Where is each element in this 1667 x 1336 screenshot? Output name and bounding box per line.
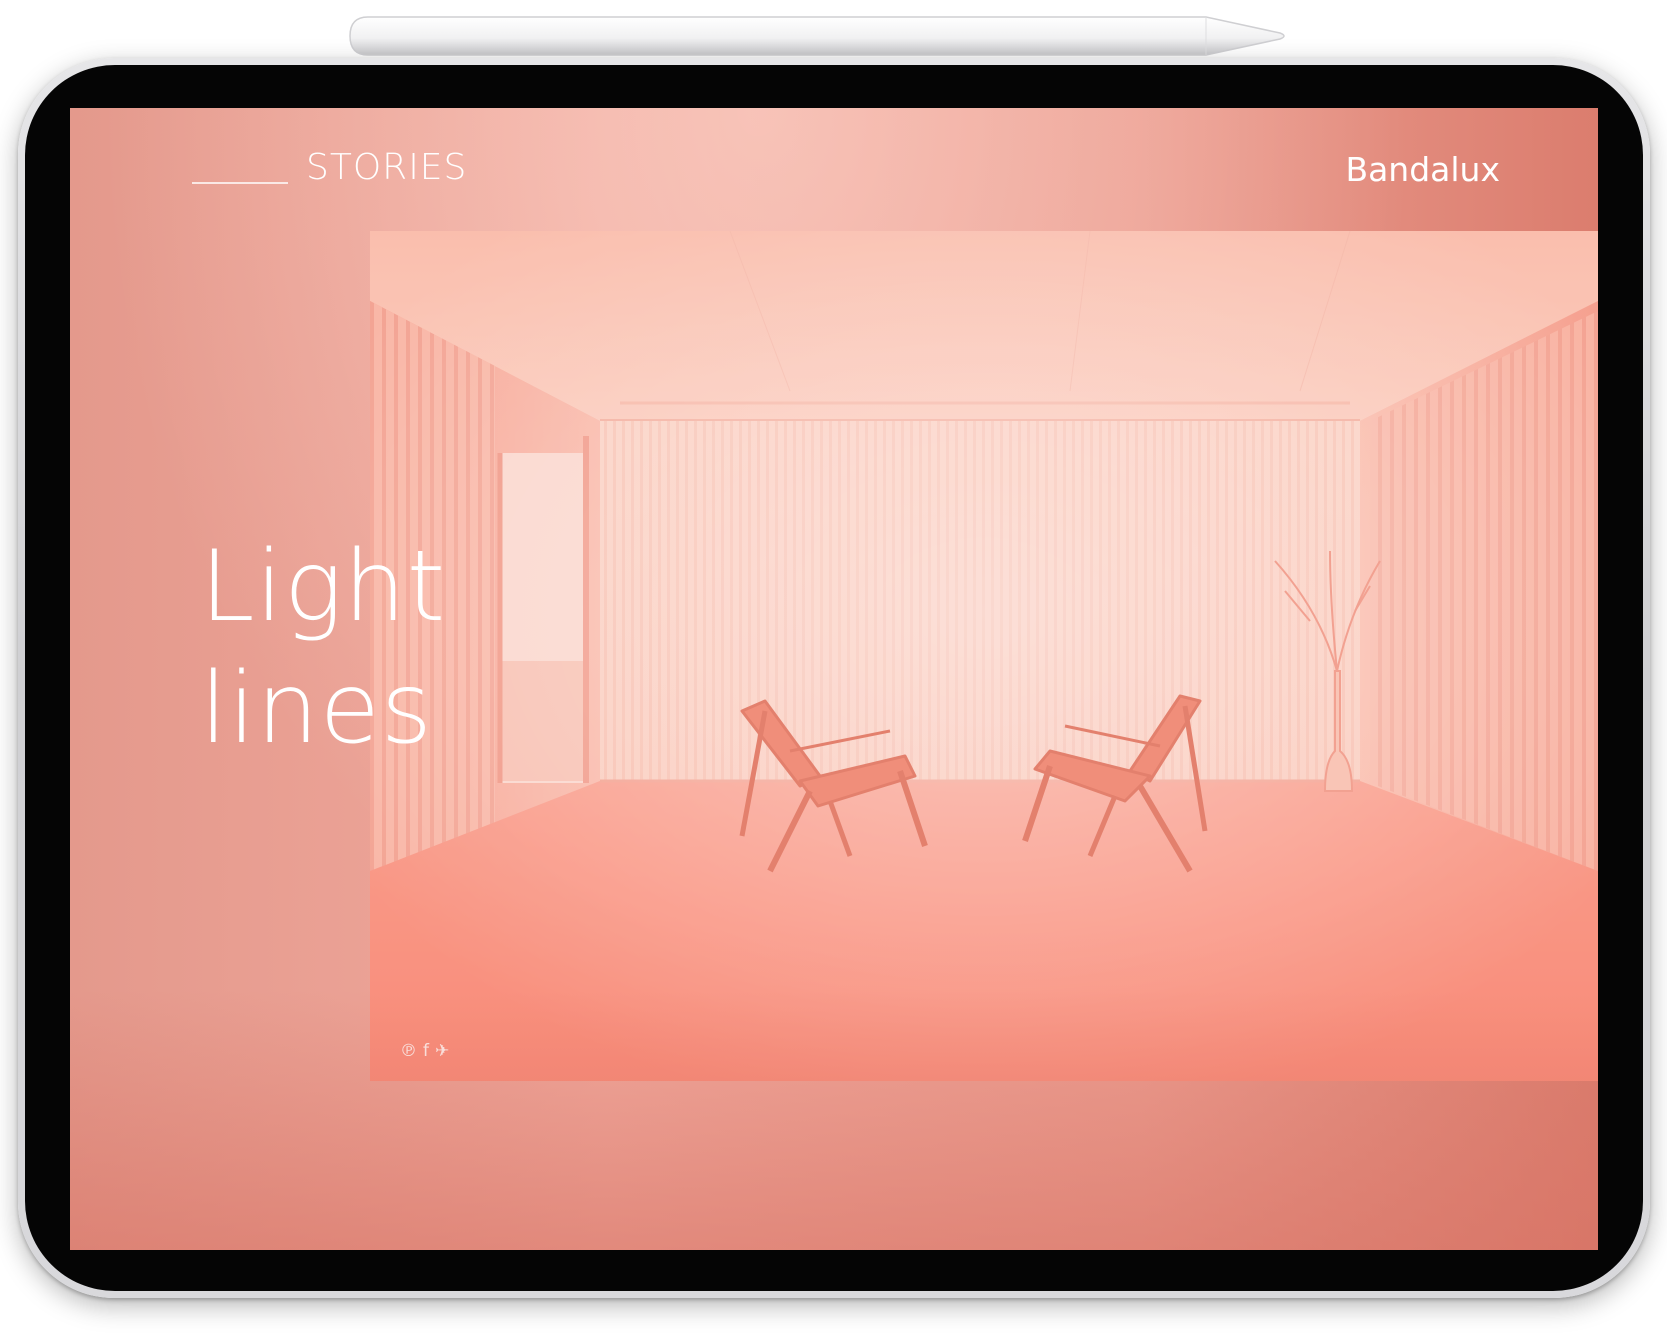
hero-image: ℗ f ✈	[370, 231, 1598, 1081]
stories-link[interactable]: STORIES	[306, 146, 467, 190]
brand-logo[interactable]: Bandalux	[1345, 150, 1500, 190]
tablet-screen: STORIES Bandalux ℗ f ✈ Light lines	[70, 108, 1598, 1250]
headline-line-1: Light	[200, 530, 447, 644]
stylus	[349, 16, 1285, 56]
stories-rule	[192, 182, 288, 184]
facebook-icon[interactable]: f	[423, 1041, 429, 1061]
headline-line-2: lines	[200, 652, 433, 766]
hero-headline: Light lines	[200, 526, 446, 770]
stage: STORIES Bandalux ℗ f ✈ Light lines	[0, 0, 1667, 1336]
social-links: ℗ f ✈	[400, 1041, 449, 1061]
twitter-icon[interactable]: ✈	[435, 1041, 449, 1061]
room-illustration	[370, 231, 1598, 1081]
pinterest-icon[interactable]: ℗	[400, 1041, 417, 1061]
